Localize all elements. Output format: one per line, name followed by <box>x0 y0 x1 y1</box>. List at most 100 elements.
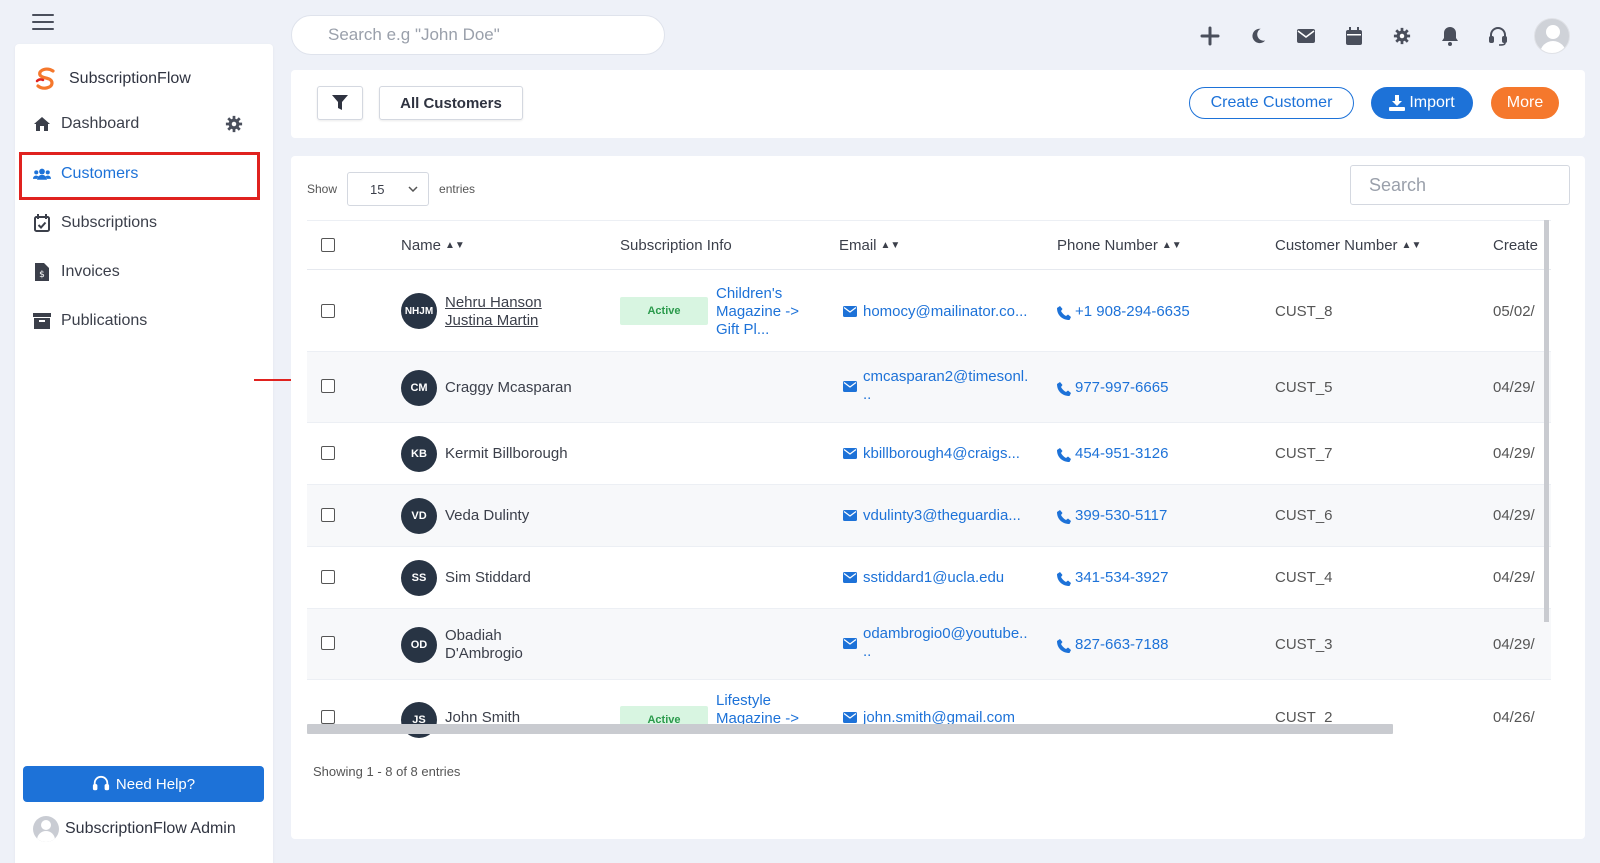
mail-icon[interactable] <box>1294 24 1318 48</box>
filter-button[interactable] <box>317 86 363 120</box>
sidebar-item-customers[interactable]: Customers <box>33 157 253 191</box>
table-row[interactable]: CM Craggy Mcasparan cmcasparan2@timesonl… <box>307 352 1551 423</box>
column-header-name[interactable]: Name ▲▼ <box>401 237 465 254</box>
phone-link[interactable]: 341-534-3927 <box>1057 569 1168 587</box>
customer-number: CUST_3 <box>1275 636 1333 653</box>
column-label: Name <box>401 236 442 254</box>
mail-icon <box>843 638 857 649</box>
row-checkbox[interactable] <box>321 636 335 650</box>
archive-icon <box>33 312 51 330</box>
column-label: Create <box>1493 236 1539 254</box>
all-customers-view-button[interactable]: All Customers <box>379 86 523 120</box>
mail-icon <box>843 448 857 459</box>
column-header-created[interactable]: Create <box>1493 237 1538 254</box>
email-line: odambrogio0@youtube.. <box>863 625 1028 642</box>
sidebar-item-dashboard[interactable]: Dashboard <box>33 107 253 141</box>
table-row[interactable]: NHJM Nehru Hanson Justina Martin Active C… <box>307 270 1551 352</box>
vertical-scrollbar[interactable] <box>1544 220 1549 622</box>
headset-icon[interactable] <box>1486 24 1510 48</box>
customer-name[interactable]: Craggy Mcasparan <box>445 379 572 397</box>
chevron-down-icon <box>408 186 418 192</box>
bell-icon[interactable] <box>1438 24 1462 48</box>
filter-icon <box>332 95 348 110</box>
plan-link[interactable]: Children's Magazine -> Gift Pl... <box>716 285 799 339</box>
phone-value: 827-663-7188 <box>1075 636 1169 653</box>
customer-name[interactable]: Sim Stiddard <box>445 569 531 587</box>
column-label: Subscription Info <box>620 236 732 254</box>
phone-value: 454-951-3126 <box>1075 445 1169 462</box>
email-link[interactable]: kbillborough4@craigs... <box>843 445 1020 463</box>
sidebar-item-publications[interactable]: Publications <box>33 304 253 338</box>
select-all-checkbox[interactable] <box>321 238 335 252</box>
phone-link[interactable]: +1 908-294-6635 <box>1057 303 1190 321</box>
table-search-input[interactable] <box>1350 165 1570 205</box>
table-row[interactable]: KB Kermit Billborough kbillborough4@crai… <box>307 423 1551 485</box>
more-button[interactable]: More <box>1491 87 1559 119</box>
import-button[interactable]: Import <box>1371 87 1473 119</box>
phone-link[interactable]: 454-951-3126 <box>1057 445 1168 463</box>
import-label: Import <box>1409 94 1455 111</box>
email-link[interactable]: vdulinty3@theguardia... <box>843 507 1021 525</box>
sidebar-item-subscriptions[interactable]: Subscriptions <box>33 206 253 240</box>
row-checkbox[interactable] <box>321 508 335 522</box>
column-header-email[interactable]: Email ▲▼ <box>839 237 900 254</box>
table-row[interactable]: VD Veda Dulinty vdulinty3@theguardia... … <box>307 485 1551 547</box>
avatar: CM <box>401 370 437 406</box>
table-row[interactable]: SS Sim Stiddard sstiddard1@ucla.edu 341-… <box>307 547 1551 609</box>
customer-name-link[interactable]: Nehru Hanson Justina Martin <box>445 294 542 330</box>
customer-name[interactable]: Obadiah D'Ambrogio <box>445 627 523 663</box>
sidebar-item-invoices[interactable]: $ Invoices <box>33 255 253 289</box>
created-date: 04/29/ <box>1493 636 1535 653</box>
need-help-button[interactable]: Need Help? <box>23 766 264 802</box>
avatar: SS <box>401 560 437 596</box>
phone-icon <box>1057 572 1071 586</box>
moon-icon[interactable] <box>1246 24 1270 48</box>
user-avatar[interactable] <box>1534 18 1570 54</box>
plus-icon[interactable] <box>1198 24 1222 48</box>
customer-name[interactable]: Veda Dulinty <box>445 507 529 525</box>
name-line: D'Ambrogio <box>445 645 523 662</box>
phone-icon <box>1057 382 1071 396</box>
brand[interactable]: SubscriptionFlow <box>33 66 191 92</box>
row-checkbox[interactable] <box>321 379 335 393</box>
menu-toggle-icon[interactable] <box>32 14 54 30</box>
global-search-input[interactable] <box>291 15 665 55</box>
row-checkbox[interactable] <box>321 710 335 724</box>
phone-link[interactable]: 827-663-7188 <box>1057 636 1168 654</box>
email-link[interactable]: homocy@mailinator.co... <box>843 303 1027 321</box>
gear-icon[interactable] <box>1390 24 1414 48</box>
page-size-control: Show 15 entries <box>307 172 475 206</box>
row-checkbox[interactable] <box>321 304 335 318</box>
phone-link[interactable]: 977-997-6665 <box>1057 379 1168 397</box>
name-line: Obadiah <box>445 627 502 644</box>
mail-icon <box>843 306 857 317</box>
admin-avatar <box>33 816 59 842</box>
admin-name: SubscriptionFlow Admin <box>65 820 236 837</box>
row-checkbox[interactable] <box>321 570 335 584</box>
dashboard-settings-gear-icon[interactable] <box>225 115 243 133</box>
svg-text:$: $ <box>39 270 45 280</box>
phone-link[interactable]: 399-530-5117 <box>1057 507 1167 525</box>
email-line: sstiddard1@ucla.edu <box>863 569 1005 586</box>
column-label: Customer Number <box>1275 236 1398 254</box>
column-header-customer-number[interactable]: Customer Number ▲▼ <box>1275 237 1421 254</box>
horizontal-scrollbar[interactable] <box>307 724 1393 734</box>
customer-name[interactable]: Kermit Billborough <box>445 445 568 463</box>
row-checkbox[interactable] <box>321 446 335 460</box>
created-date: 04/29/ <box>1493 507 1535 524</box>
column-header-phone[interactable]: Phone Number ▲▼ <box>1057 237 1182 254</box>
avatar: NHJM <box>401 293 437 329</box>
email-link[interactable]: sstiddard1@ucla.edu <box>843 569 1004 587</box>
admin-profile[interactable]: SubscriptionFlow Admin <box>33 816 236 842</box>
sidebar-item-label: Publications <box>61 312 148 329</box>
brand-name: SubscriptionFlow <box>69 70 191 87</box>
email-link[interactable]: cmcasparan2@timesonl... <box>843 368 1028 404</box>
create-customer-button[interactable]: Create Customer <box>1189 87 1354 119</box>
mail-icon <box>843 510 857 521</box>
page-size-select[interactable]: 15 <box>347 172 430 206</box>
email-link[interactable]: odambrogio0@youtube.... <box>843 625 1028 661</box>
sort-icon: ▲▼ <box>880 239 901 251</box>
plan-link[interactable]: Lifestyle Magazine -> <box>716 692 799 728</box>
calendar-icon[interactable] <box>1342 24 1366 48</box>
table-row[interactable]: OD Obadiah D'Ambrogio odambrogio0@youtube… <box>307 609 1551 680</box>
